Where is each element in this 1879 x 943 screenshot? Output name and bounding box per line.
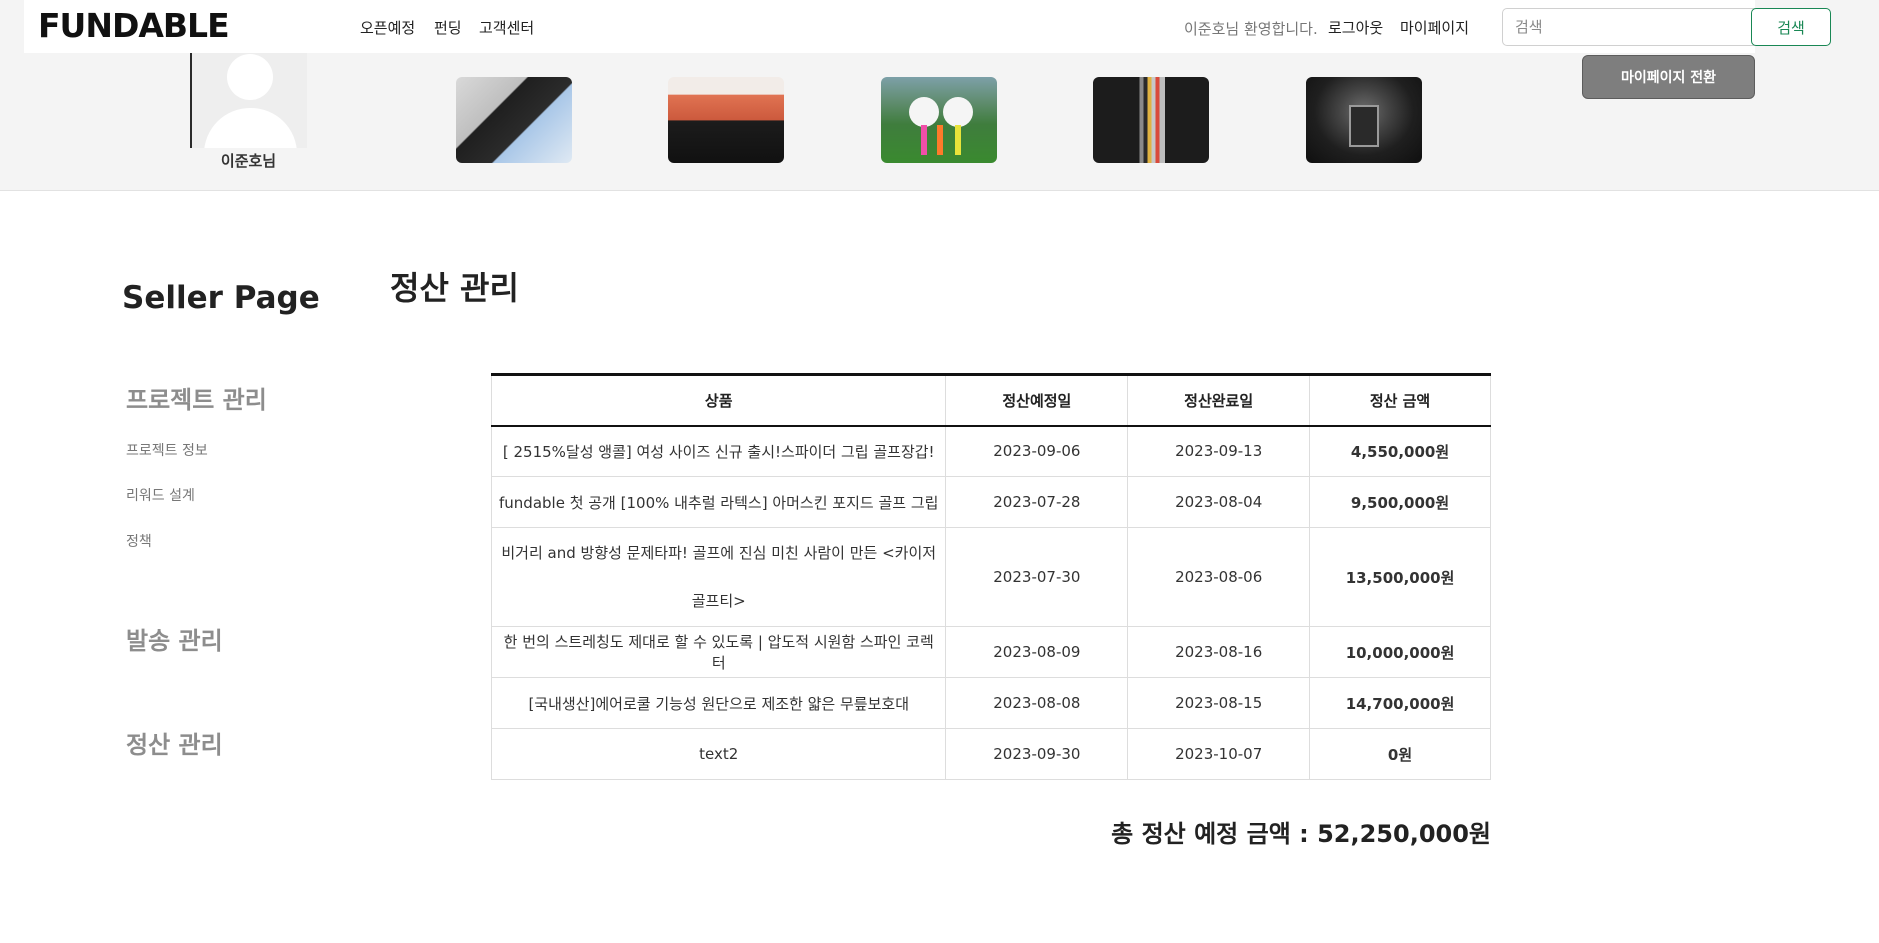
product-cell: [국내생산]에어로쿨 기능성 원단으로 제조한 얇은 무릎보호대 [490,677,947,729]
sidebar-item-project-info[interactable]: 프로젝트 정보 [126,440,208,460]
amount-cell: 9,500,000원 [1309,476,1491,528]
completed-date-cell: 2023-08-04 [1127,476,1311,528]
table-row: 비거리 and 방향성 문제타파! 골프에 진심 미친 사람이 만든 <카이저 … [490,527,1491,627]
total-settlement-amount: 총 정산 예정 금액 : 52,250,000원 [1111,820,1491,848]
amount-cell: 4,550,000원 [1309,425,1491,477]
amount-cell: 14,700,000원 [1309,677,1491,729]
golf-tee-shape [955,125,961,155]
amount-cell: 10,000,000원 [1309,626,1491,678]
nav-funding[interactable]: 펀딩 [434,17,462,38]
column-header-amount: 정산 금액 [1309,374,1491,427]
scheduled-date-cell: 2023-08-08 [945,677,1129,729]
welcome-text: 이준호님 환영합니다. [1184,20,1318,38]
column-header-completed-date: 정산완료일 [1127,374,1311,427]
product-cell: fundable 첫 공개 [100% 내추럴 라텍스] 아머스킨 포지드 골프… [490,476,947,528]
sidebar-item-reward-design[interactable]: 리워드 설계 [126,485,195,505]
product-cell: 한 번의 스트레칭도 제대로 할 수 있도록 | 압도적 시원함 스파인 코렉터 [490,626,947,678]
product-cell: text2 [490,728,947,780]
table-row: text2 2023-09-30 2023-10-07 0원 [490,728,1491,780]
golf-ball-shape [943,97,973,127]
fundable-logo[interactable]: FUNDABLE [38,6,230,45]
profile-name: 이준호님 [220,152,277,170]
sidebar-settlement-management[interactable]: 정산 관리 [126,725,223,760]
amount-cell: 0원 [1309,728,1491,780]
table-row: [국내생산]에어로쿨 기능성 원단으로 제조한 얇은 무릎보호대 2023-08… [490,677,1491,729]
sidebar-item-policy[interactable]: 정책 [126,531,152,551]
logout-link[interactable]: 로그아웃 [1328,17,1383,38]
project-thumbnail-golf-grip[interactable] [1093,77,1209,163]
page-title: 정산 관리 [390,269,519,307]
product-cell: [ 2515%달성 앵콜] 여성 사이즈 신규 출시!스파이더 그립 골프장갑! [490,425,947,477]
avatar [190,48,307,148]
table-row: 한 번의 스트레칭도 제대로 할 수 있도록 | 압도적 시원함 스파인 코렉터… [490,626,1491,678]
sidebar-project-management[interactable]: 프로젝트 관리 [126,380,267,415]
project-thumbnail-dark-product[interactable] [1306,77,1422,163]
top-navbar: FUNDABLE 오픈예정 펀딩 고객센터 이준호님 환영합니다. 로그아웃 마… [24,0,1759,53]
completed-date-cell: 2023-09-13 [1127,425,1311,477]
column-header-scheduled-date: 정산예정일 [945,374,1129,427]
table-row: fundable 첫 공개 [100% 내추럴 라텍스] 아머스킨 포지드 골프… [490,476,1491,528]
completed-date-cell: 2023-10-07 [1127,728,1311,780]
table-row: [ 2515%달성 앵콜] 여성 사이즈 신규 출시!스파이더 그립 골프장갑!… [490,425,1491,477]
completed-date-cell: 2023-08-15 [1127,677,1311,729]
column-header-product: 상품 [490,374,947,427]
settlement-table: 상품 정산예정일 정산완료일 정산 금액 [ 2515%달성 앵콜] 여성 사이… [490,373,1491,780]
project-thumbnail-knee-brace[interactable] [456,77,572,163]
project-thumbnail-spine-corrector[interactable] [668,77,784,163]
scheduled-date-cell: 2023-08-09 [945,626,1129,678]
scheduled-date-cell: 2023-09-06 [945,425,1129,477]
table-header-row: 상품 정산예정일 정산완료일 정산 금액 [490,374,1491,427]
product-cell: 비거리 and 방향성 문제타파! 골프에 진심 미친 사람이 만든 <카이저 … [490,527,947,627]
mypage-link[interactable]: 마이페이지 [1400,17,1469,38]
golf-tee-shape [937,125,943,155]
nav-customer-center[interactable]: 고객센터 [479,17,534,38]
project-thumbnail-golf-tee[interactable] [881,77,997,163]
seller-page-title: Seller Page [122,280,320,316]
nav-open-soon[interactable]: 오픈예정 [360,17,415,38]
thumbnail-door-shape [1349,105,1379,147]
golf-ball-shape [909,97,939,127]
avatar-body-shape [204,108,297,148]
scheduled-date-cell: 2023-09-30 [945,728,1129,780]
avatar-head-shape [227,54,273,100]
mypage-switch-button[interactable]: 마이페이지 전환 [1582,55,1755,99]
completed-date-cell: 2023-08-16 [1127,626,1311,678]
amount-cell: 13,500,000원 [1309,527,1491,627]
sidebar-shipping-management[interactable]: 발송 관리 [126,621,223,656]
completed-date-cell: 2023-08-06 [1127,527,1311,627]
search-button[interactable]: 검색 [1751,8,1831,46]
golf-tee-shape [921,125,927,155]
search-input[interactable] [1502,8,1759,46]
scheduled-date-cell: 2023-07-30 [945,527,1129,627]
scheduled-date-cell: 2023-07-28 [945,476,1129,528]
